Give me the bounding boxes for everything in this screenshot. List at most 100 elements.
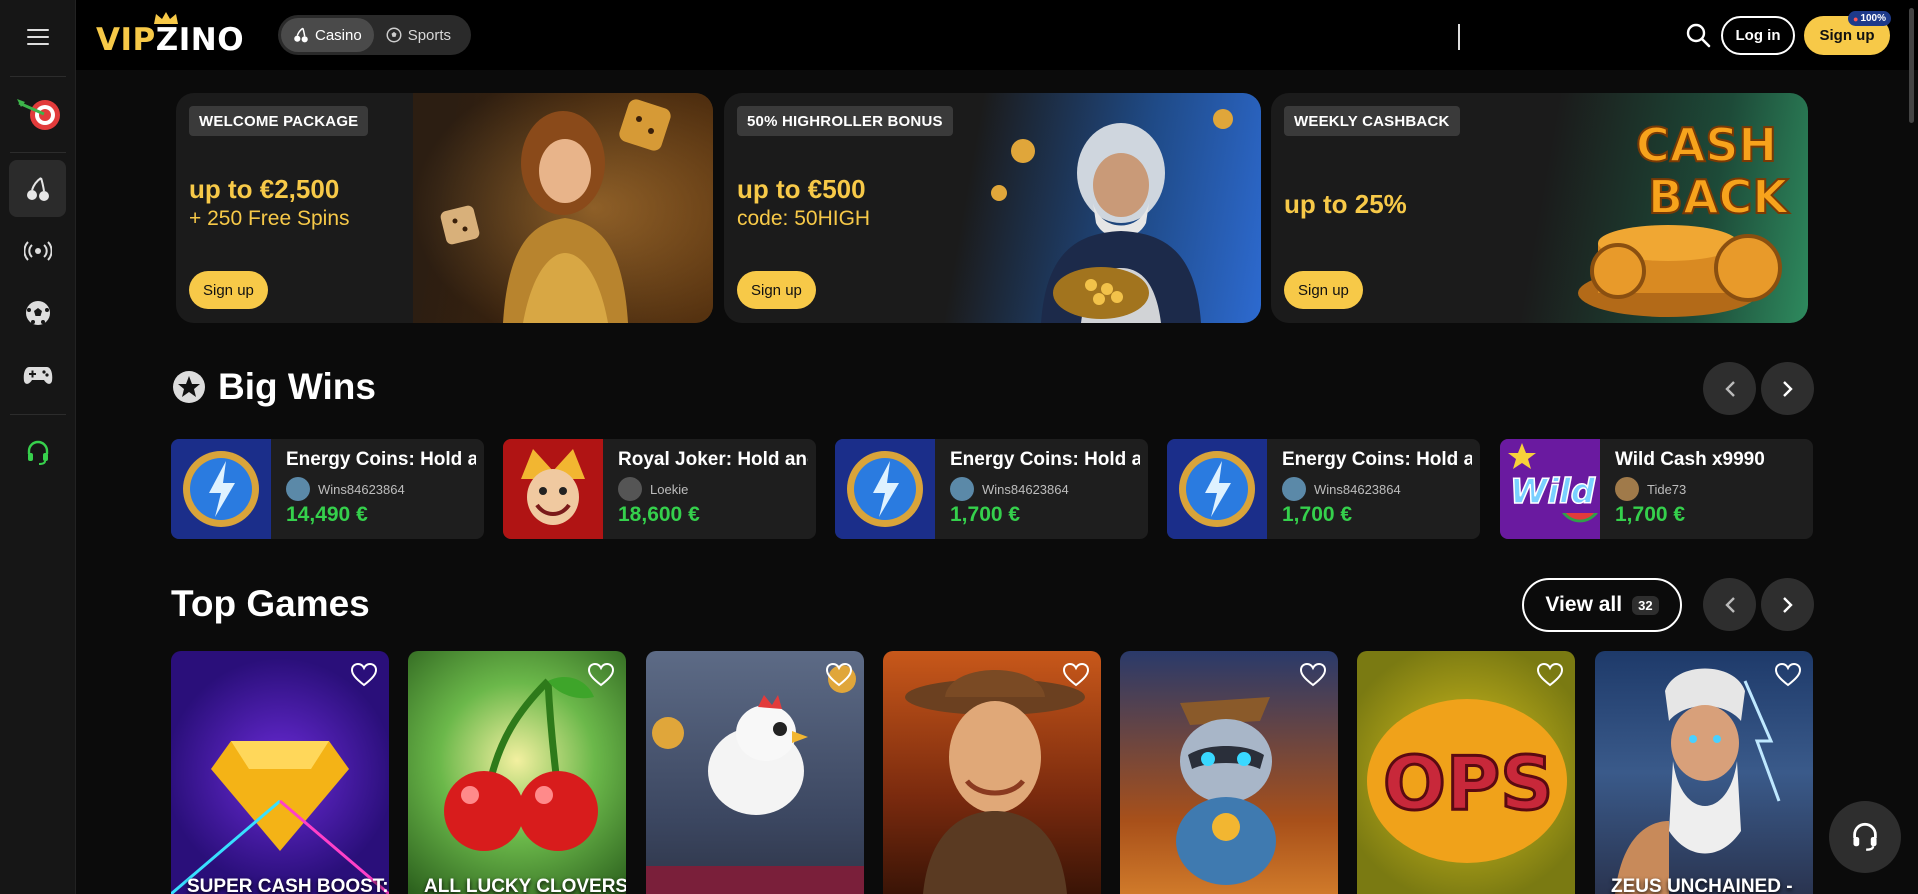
favorite-heart-icon[interactable] — [1300, 663, 1326, 687]
royal-joker-thumbnail — [503, 439, 603, 539]
raccoon-art — [1176, 697, 1276, 885]
mode-toggle: Casino Sports — [278, 15, 471, 55]
win-username: Loekie — [650, 481, 689, 497]
energy-coins-thumbnail — [835, 439, 935, 539]
logo-text: VIPZINO — [96, 25, 244, 56]
promo-signup-button[interactable]: Sign up — [737, 271, 816, 309]
win-game-name: Energy Coins: Hold and Win — [1282, 449, 1472, 470]
zeus-art — [1615, 668, 1781, 894]
win-card[interactable]: Royal Joker: Hold and Win Loekie 18,600 … — [503, 439, 816, 539]
sidebar-item-sports[interactable] — [9, 284, 66, 341]
promo-tag: 50% HIGHROLLER BONUS — [737, 106, 953, 136]
sidebar-item-games[interactable] — [9, 346, 66, 403]
promo-tag: WEEKLY CASHBACK — [1284, 106, 1460, 136]
promo-tag: WELCOME PACKAGE — [189, 106, 369, 136]
promo-highroller[interactable]: 50% HIGHROLLER BONUS up to €500 code: 50… — [724, 93, 1261, 323]
win-amount: 1,700 € — [950, 503, 1021, 526]
mode-casino-button[interactable]: Casino — [281, 18, 374, 52]
text-cursor — [1458, 24, 1460, 50]
win-amount: 18,600 € — [618, 503, 700, 526]
sidebar-item-support[interactable] — [9, 424, 66, 481]
logo[interactable]: VIPZINO — [96, 12, 244, 56]
favorite-heart-icon[interactable] — [351, 663, 377, 687]
win-user: Wins84623864 — [1282, 477, 1401, 501]
svg-text:OPS: OPS — [1383, 741, 1553, 827]
game-tile[interactable] — [646, 651, 864, 894]
chevron-right-icon — [1782, 596, 1793, 613]
promo-signup-button[interactable]: Sign up — [189, 271, 268, 309]
big-wins-title: Big Wins — [218, 366, 376, 407]
mode-sports-label: Sports — [407, 26, 452, 44]
live-support-button[interactable] — [1829, 801, 1901, 873]
star-badge-icon — [173, 371, 205, 403]
favorite-heart-icon[interactable] — [1063, 663, 1089, 687]
favorite-heart-icon[interactable] — [1537, 663, 1563, 687]
cherries-icon — [294, 27, 308, 43]
win-card[interactable]: Energy Coins: Hold and Win Wins84623864 … — [1167, 439, 1480, 539]
top-games-prev-button[interactable] — [1703, 578, 1756, 631]
search-button[interactable] — [1683, 20, 1713, 50]
promo-signup-button[interactable]: Sign up — [1284, 271, 1363, 309]
soccer-ball-icon — [25, 300, 50, 325]
promo-amount: up to 25% — [1284, 189, 1407, 219]
promo-amount: up to €2,500 — [189, 174, 340, 204]
view-all-button[interactable]: View all 32 — [1522, 578, 1682, 632]
promo-cashback[interactable]: WEEKLY CASHBACK up to 25% Sign up CASH B… — [1271, 93, 1808, 323]
win-card[interactable]: Energy Coins: Hold and Win Wins84623864 … — [171, 439, 484, 539]
game-tile[interactable]: ALL LUCKY CLOVERS — [408, 651, 626, 894]
win-user: Wins84623864 — [950, 477, 1069, 501]
soccer-ball-icon — [386, 27, 402, 43]
win-amount: 1,700 € — [1282, 503, 1353, 526]
win-username: Wins84623864 — [982, 481, 1069, 497]
win-user: Tide73 — [1615, 477, 1686, 501]
sidebar-item-live[interactable] — [9, 222, 66, 279]
favorite-heart-icon[interactable] — [588, 663, 614, 687]
crown-icon — [154, 12, 178, 24]
favorite-heart-icon[interactable] — [1775, 663, 1801, 687]
cherries-art — [444, 676, 598, 851]
big-wins-prev-button[interactable] — [1703, 362, 1756, 415]
game-name: ALL LUCKY CLOVERS — [424, 876, 626, 894]
svg-text:Wild: Wild — [1510, 472, 1596, 512]
logo-vip: VIP — [96, 22, 156, 58]
win-card[interactable]: Wild Wild Cash x9990 Tide73 1,700 € — [1500, 439, 1813, 539]
top-games-next-button[interactable] — [1761, 578, 1814, 631]
chevron-right-icon — [1782, 380, 1793, 397]
sidebar-item-promotions[interactable] — [9, 84, 66, 141]
game-tile[interactable]: ZEUS UNCHAINED - — [1595, 651, 1813, 894]
live-broadcast-icon — [23, 240, 52, 261]
view-all-count: 32 — [1632, 595, 1659, 615]
favorite-heart-icon[interactable] — [826, 663, 852, 687]
signup-badge-text: 100% — [1860, 13, 1887, 24]
game-tile[interactable] — [883, 651, 1101, 894]
diamond-art — [171, 741, 389, 894]
win-amount: 1,700 € — [1615, 503, 1686, 526]
game-name: SUPER CASH BOOST: — [187, 876, 389, 894]
win-card[interactable]: Energy Coins: Hold and Win Wins84623864 … — [835, 439, 1148, 539]
chevron-left-icon — [1724, 596, 1735, 613]
promo-highroller-art — [991, 109, 1233, 323]
promo-amount: up to €500 — [737, 174, 866, 204]
game-tile[interactable] — [1120, 651, 1338, 894]
promo-hostess-art — [413, 93, 713, 323]
avatar — [1282, 477, 1306, 501]
chicken-art — [646, 665, 864, 894]
login-button[interactable]: Log in — [1721, 16, 1795, 55]
energy-coins-thumbnail — [171, 439, 271, 539]
oops-art: OPS — [1367, 699, 1567, 863]
menu-button[interactable] — [9, 8, 66, 65]
win-game-name: Energy Coins: Hold and Win — [286, 449, 476, 470]
mode-sports-button[interactable]: Sports — [374, 18, 463, 52]
sidebar-divider — [10, 152, 66, 153]
promo-subtitle: code: 50HIGH — [737, 207, 871, 230]
view-all-label: View all — [1545, 593, 1623, 616]
sidebar-item-casino[interactable] — [9, 160, 66, 217]
game-tile[interactable]: OPS — [1357, 651, 1575, 894]
page-scrollbar[interactable] — [1909, 8, 1914, 123]
chevron-left-icon — [1724, 380, 1735, 397]
promo-welcome[interactable]: WELCOME PACKAGE up to €2,500 + 250 Free … — [176, 93, 713, 323]
sidebar-divider — [10, 414, 66, 415]
win-user: Wins84623864 — [286, 477, 405, 501]
game-tile[interactable]: SUPER CASH BOOST: — [171, 651, 389, 894]
big-wins-next-button[interactable] — [1761, 362, 1814, 415]
